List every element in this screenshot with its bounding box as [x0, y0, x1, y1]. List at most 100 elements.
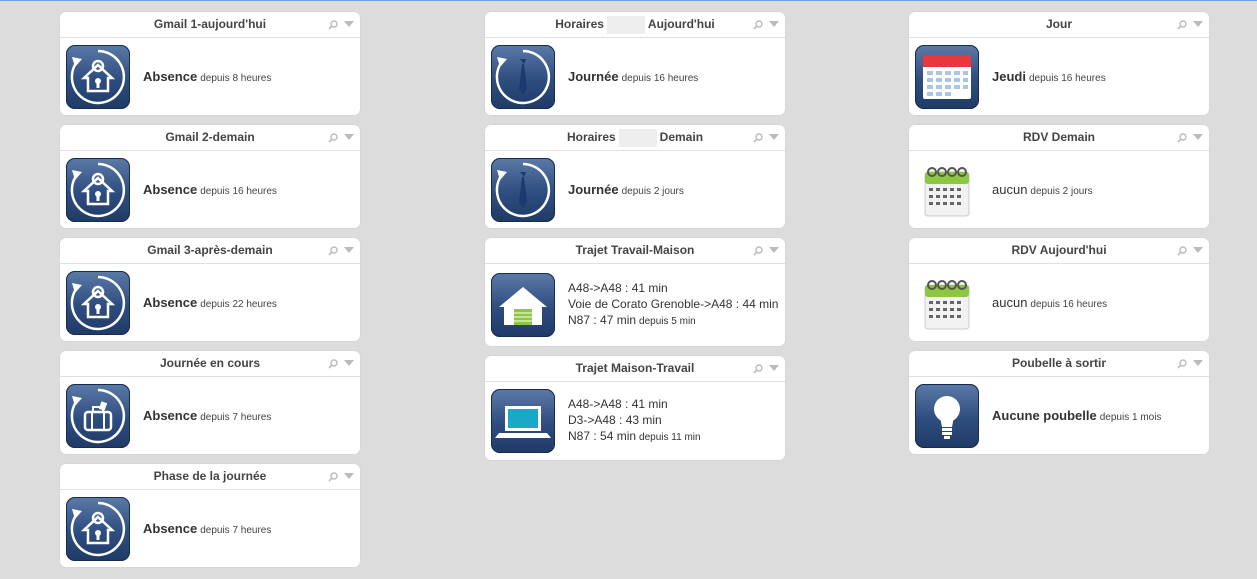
search-icon[interactable] [753, 245, 763, 256]
widget-body: Absence depuis 16 heures [60, 151, 360, 228]
search-icon[interactable] [328, 19, 338, 30]
widget-since: depuis 2 jours [621, 186, 684, 197]
widget-title: Horaires Demain [567, 125, 703, 150]
widget-header: Horaires Aujourd'hui [485, 12, 785, 38]
widget-value: Absence depuis 8 heures [143, 69, 271, 84]
dropdown-icon[interactable] [769, 247, 779, 254]
search-icon[interactable] [753, 19, 763, 30]
widget-body: aucun depuis 2 jours [909, 151, 1209, 228]
widget-state: Absence [143, 69, 198, 84]
search-icon[interactable] [1177, 358, 1187, 369]
home-lock-icon [66, 44, 130, 109]
route-line: N87 : 54 min depuis 11 min [568, 428, 701, 446]
search-icon[interactable] [328, 471, 338, 482]
widget-state: Absence [143, 521, 198, 536]
laptop-icon [491, 389, 555, 453]
widget-value: aucun depuis 16 heures [992, 295, 1107, 310]
dropdown-icon[interactable] [1193, 134, 1203, 141]
redacted-block [606, 15, 645, 34]
widget-value: aucun depuis 2 jours [992, 182, 1093, 197]
widget-trajet-travail-maison: Trajet Travail-Maison A48->A48 : 41 min … [485, 238, 785, 346]
widget-gmail-2: Gmail 2-demain Absence depuis 16 heures [60, 125, 360, 228]
widget-column-2: Horaires Aujourd'hui Journée depuis 16 heu… [485, 12, 785, 470]
dropdown-icon[interactable] [1193, 360, 1203, 367]
search-icon[interactable] [1177, 19, 1187, 30]
widget-value: Journée depuis 2 jours [568, 182, 684, 197]
route-line: A48->A48 : 41 min [568, 281, 668, 295]
widget-since: depuis 16 heures [1030, 299, 1108, 310]
widget-body: Aucune poubelle depuis 1 mois [909, 377, 1209, 454]
search-icon[interactable] [753, 363, 763, 374]
widget-since: depuis 11 min [639, 432, 701, 443]
widget-gmail-3: Gmail 3-après-demain Absence depuis 22 he… [60, 238, 360, 341]
appointment-calendar-icon [915, 271, 979, 335]
widget-trajet-maison-travail: Trajet Maison-Travail A48->A48 : 41 min … [485, 356, 785, 460]
widget-since: depuis 2 jours [1030, 186, 1093, 197]
house-garage-icon [491, 273, 555, 337]
dropdown-icon[interactable] [1193, 247, 1203, 254]
widget-value: Aucune poubelle depuis 1 mois [992, 408, 1161, 423]
widget-since: depuis 16 heures [621, 73, 699, 84]
widget-since: depuis 8 heures [200, 73, 272, 84]
dropdown-icon[interactable] [769, 21, 779, 28]
dropdown-icon[interactable] [344, 473, 354, 480]
widget-header: Journée en cours [60, 351, 360, 377]
route-line-text: N87 : 54 min [568, 429, 637, 443]
dropdown-icon[interactable] [344, 21, 354, 28]
widget-title: Gmail 1-aujourd'hui [153, 17, 267, 31]
widget-state: Journée [568, 69, 619, 84]
widget-since: depuis 7 heures [200, 412, 272, 423]
widget-column-3: Jour Jeudi depuis 16 heures RDV Demain a… [909, 12, 1209, 464]
widget-poubelle: Poubelle à sortir Aucune poubelle depuis … [909, 351, 1209, 454]
route-line: A48->A48 : 41 min [568, 397, 668, 411]
dropdown-icon[interactable] [769, 365, 779, 372]
widget-title: Horaires Aujourd'hui [555, 12, 715, 37]
widget-value: Absence depuis 16 heures [143, 182, 277, 197]
tie-icon [491, 44, 555, 109]
widget-header: Jour [909, 12, 1209, 38]
widget-horaires-aujourdhui: Horaires Aujourd'hui Journée depuis 16 heu… [485, 12, 785, 115]
widget-since: depuis 22 heures [200, 299, 277, 310]
search-icon[interactable] [328, 132, 338, 143]
widget-value: A48->A48 : 41 min Voie de Corato Grenobl… [568, 280, 778, 330]
widget-value: Absence depuis 7 heures [143, 521, 271, 536]
widget-since: depuis 5 min [639, 316, 696, 327]
dropdown-icon[interactable] [344, 360, 354, 367]
widget-state: Absence [143, 182, 198, 197]
widget-title-part: Horaires [555, 17, 604, 31]
widget-horaires-demain: Horaires Demain Journée depuis 2 jours [485, 125, 785, 228]
widget-journee-en-cours: Journée en cours Absence depuis 7 heures [60, 351, 360, 454]
route-line: Voie de Corato Grenoble->A48 : 44 min [568, 297, 779, 311]
widget-state: Aucune poubelle [992, 408, 1097, 423]
search-icon[interactable] [753, 132, 763, 143]
widget-state: aucun [992, 295, 1028, 310]
dropdown-icon[interactable] [769, 134, 779, 141]
redacted-block [618, 128, 657, 147]
widget-body: Journée depuis 16 heures [485, 38, 785, 115]
dropdown-icon[interactable] [344, 247, 354, 254]
search-icon[interactable] [1177, 132, 1187, 143]
widget-value: A48->A48 : 41 min D3->A48 : 43 min N87 :… [568, 396, 701, 446]
search-icon[interactable] [328, 245, 338, 256]
lightbulb-icon [915, 383, 979, 448]
widget-title: Gmail 2-demain [165, 130, 255, 144]
widget-title-part: Horaires [566, 130, 616, 144]
widget-rdv-demain: RDV Demain aucun depuis 2 jours [909, 125, 1209, 228]
route-line: D3->A48 : 43 min [568, 413, 662, 427]
widget-jour: Jour Jeudi depuis 16 heures [909, 12, 1209, 115]
widget-title-part: Demain [659, 130, 704, 144]
widget-body: Absence depuis 7 heures [60, 490, 360, 567]
calendar-icon [915, 44, 979, 109]
widget-column-1: Gmail 1-aujourd'hui Absence depuis 8 heur… [60, 12, 360, 577]
widget-title: Trajet Travail-Maison [575, 243, 695, 257]
widget-value: Absence depuis 22 heures [143, 295, 277, 310]
widget-rdv-aujourdhui: RDV Aujourd'hui aucun depuis 16 heures [909, 238, 1209, 341]
dropdown-icon[interactable] [344, 134, 354, 141]
dropdown-icon[interactable] [1193, 21, 1203, 28]
search-icon[interactable] [1177, 245, 1187, 256]
widget-header: Poubelle à sortir [909, 351, 1209, 377]
widget-body: Absence depuis 7 heures [60, 377, 360, 454]
widget-header: RDV Demain [909, 125, 1209, 151]
widget-title: RDV Aujourd'hui [1011, 243, 1107, 257]
search-icon[interactable] [328, 358, 338, 369]
